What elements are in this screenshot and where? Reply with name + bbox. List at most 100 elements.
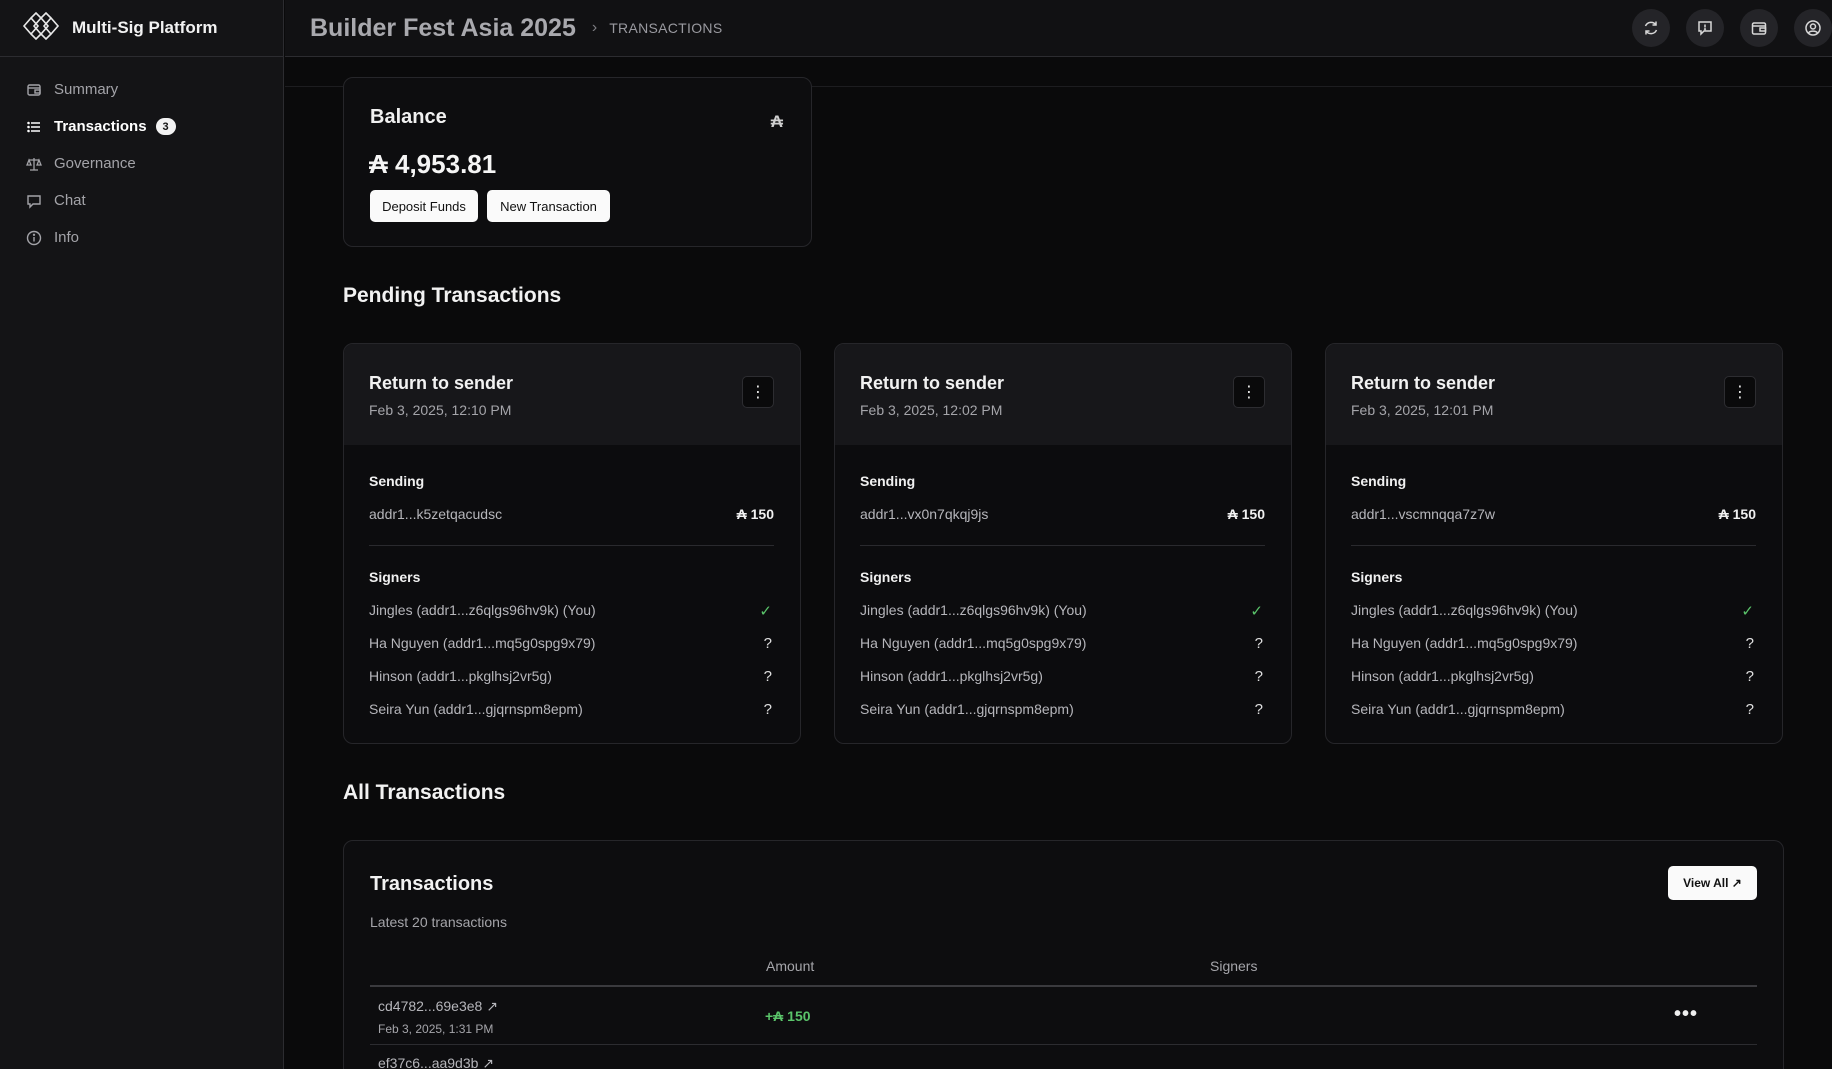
signer-name: Ha Nguyen (addr1...mq5g0spg9x79) <box>860 635 1087 651</box>
column-header-signers: Signers <box>1210 958 1258 974</box>
signer-row: Hinson (addr1...pkglhsj2vr5g)? <box>1351 668 1756 688</box>
deposit-funds-button[interactable]: Deposit Funds <box>370 190 478 222</box>
question-icon: ? <box>1254 701 1263 718</box>
transaction-hash-link[interactable]: cd4782...69e3e8 ↗ <box>378 998 498 1015</box>
app-root: Multi-Sig Platform Summary Transactions … <box>0 0 1832 1069</box>
header-actions <box>1616 9 1832 47</box>
question-icon: ? <box>763 668 772 685</box>
row-divider <box>370 1044 1757 1045</box>
divider <box>1351 545 1756 546</box>
signer-name: Seira Yun (addr1...gjqrnspm8epm) <box>860 701 1074 717</box>
info-icon <box>26 230 42 246</box>
brand-name: Multi-Sig Platform <box>72 18 218 37</box>
pending-transaction-card: Return to sender Feb 3, 2025, 12:10 PM ⋮ Se… <box>343 343 801 744</box>
chevron-right-icon: › <box>591 19 598 36</box>
sidebar-item-label: Transactions <box>54 118 147 135</box>
sending-label: Sending <box>369 473 425 489</box>
signer-row: Jingles (addr1...z6qlgs96hv9k) (You) ✓ <box>1351 602 1756 622</box>
signer-row: Seira Yun (addr1...gjqrnspm8epm)? <box>860 701 1265 721</box>
signer-name: Seira Yun (addr1...gjqrnspm8epm) <box>369 701 583 717</box>
pending-card-title: Return to sender <box>369 373 514 393</box>
recipient-address: addr1...k5zetqacudsc <box>369 506 503 522</box>
page-title[interactable]: Builder Fest Asia 2025 <box>310 14 576 43</box>
transactions-card: Transactions Latest 20 transactions View… <box>343 840 1784 1069</box>
sending-amount: ₳ 150 <box>1227 506 1265 522</box>
question-icon: ? <box>763 701 772 718</box>
ada-currency-icon: ₳ <box>770 112 783 131</box>
balance-title: Balance <box>370 106 447 128</box>
signer-name: Jingles (addr1...z6qlgs96hv9k) (You) <box>369 602 596 618</box>
recipient-address: addr1...vx0n7qkqj9js <box>860 506 989 522</box>
signers-label: Signers <box>369 569 421 585</box>
sending-amount: ₳ 150 <box>736 506 774 522</box>
pending-card-date: Feb 3, 2025, 12:01 PM <box>1351 402 1494 418</box>
check-icon: ✓ <box>759 603 772 620</box>
column-header-amount: Amount <box>766 958 815 974</box>
more-vertical-icon[interactable]: ⋮ <box>1233 376 1265 408</box>
signer-row: Jingles (addr1...z6qlgs96hv9k) (You) ✓ <box>860 602 1265 622</box>
signer-row: Seira Yun (addr1...gjqrnspm8epm)? <box>369 701 774 721</box>
refresh-icon[interactable] <box>1632 9 1670 47</box>
transactions-card-title: Transactions <box>370 873 494 895</box>
signer-name: Hinson (addr1...pkglhsj2vr5g) <box>1351 668 1534 684</box>
sidebar-item-label: Summary <box>54 81 119 98</box>
signer-name: Ha Nguyen (addr1...mq5g0spg9x79) <box>369 635 596 651</box>
signers-label: Signers <box>1351 569 1403 585</box>
sidebar-item-label: Chat <box>54 192 86 209</box>
chat-icon <box>26 193 42 209</box>
pending-card-header: Return to sender Feb 3, 2025, 12:01 PM ⋮ <box>1326 344 1782 445</box>
more-vertical-icon[interactable]: ⋮ <box>1724 376 1756 408</box>
all-transactions-title: All Transactions <box>343 781 506 804</box>
signer-name: Ha Nguyen (addr1...mq5g0spg9x79) <box>1351 635 1578 651</box>
sidebar: Multi-Sig Platform Summary Transactions … <box>0 0 284 1069</box>
pending-transaction-card: Return to sender Feb 3, 2025, 12:02 PM ⋮ Se… <box>834 343 1292 744</box>
question-icon: ? <box>1745 635 1754 652</box>
sending-label: Sending <box>860 473 916 489</box>
more-vertical-icon[interactable]: ⋮ <box>742 376 774 408</box>
question-icon: ? <box>763 635 772 652</box>
transactions-count-badge: 3 <box>155 118 176 135</box>
new-transaction-button[interactable]: New Transaction <box>487 190 610 222</box>
sidebar-item-info[interactable]: Info <box>0 219 283 256</box>
multi-diamond-logo-icon <box>22 11 62 45</box>
pending-transactions-title: Pending Transactions <box>343 284 562 307</box>
transaction-hash-link[interactable]: ef37c6...aa9d3b ↗ <box>378 1055 494 1069</box>
pending-card-header: Return to sender Feb 3, 2025, 12:02 PM ⋮ <box>835 344 1291 445</box>
brand[interactable]: Multi-Sig Platform <box>0 0 283 57</box>
signers-label: Signers <box>860 569 912 585</box>
sidebar-item-transactions[interactable]: Transactions 3 <box>0 108 283 145</box>
pending-card-date: Feb 3, 2025, 12:10 PM <box>369 402 512 418</box>
scale-icon <box>26 156 42 172</box>
transactions-card-subtitle: Latest 20 transactions <box>370 914 507 930</box>
sidebar-item-chat[interactable]: Chat <box>0 182 283 219</box>
signer-name: Jingles (addr1...z6qlgs96hv9k) (You) <box>1351 602 1578 618</box>
signer-row: Seira Yun (addr1...gjqrnspm8epm)? <box>1351 701 1756 721</box>
wallet-icon[interactable] <box>1740 9 1778 47</box>
sending-amount: ₳ 150 <box>1718 506 1756 522</box>
signer-name: Hinson (addr1...pkglhsj2vr5g) <box>860 668 1043 684</box>
balance-value: ₳ 4,953.81 <box>369 149 497 179</box>
pending-card-date: Feb 3, 2025, 12:02 PM <box>860 402 1003 418</box>
signer-row: Jingles (addr1...z6qlgs96hv9k) (You) ✓ <box>369 602 774 622</box>
user-icon[interactable] <box>1794 9 1832 47</box>
wallet-icon <box>26 82 42 98</box>
top-header: Builder Fest Asia 2025 › TRANSACTIONS <box>285 0 1832 57</box>
list-icon <box>26 119 42 135</box>
pending-transaction-card: Return to sender Feb 3, 2025, 12:01 PM ⋮ Se… <box>1325 343 1783 744</box>
pending-card-title: Return to sender <box>860 373 1005 393</box>
question-icon: ? <box>1745 668 1754 685</box>
row-more-button[interactable]: ••• <box>1674 1003 1698 1026</box>
signer-row: Ha Nguyen (addr1...mq5g0spg9x79)? <box>860 635 1265 655</box>
sidebar-item-governance[interactable]: Governance <box>0 145 283 182</box>
divider <box>860 545 1265 546</box>
feedback-icon[interactable] <box>1686 9 1724 47</box>
table-header-divider <box>370 985 1757 987</box>
pending-card-header: Return to sender Feb 3, 2025, 12:10 PM ⋮ <box>344 344 800 445</box>
check-icon: ✓ <box>1250 603 1263 620</box>
view-all-button[interactable]: View All ↗ <box>1668 866 1757 900</box>
sidebar-nav: Summary Transactions 3 Governance Chat I… <box>0 57 283 256</box>
balance-card: Balance ₳ ₳ 4,953.81 Deposit Funds New T… <box>343 77 812 247</box>
sidebar-item-summary[interactable]: Summary <box>0 71 283 108</box>
divider <box>369 545 774 546</box>
sending-label: Sending <box>1351 473 1407 489</box>
